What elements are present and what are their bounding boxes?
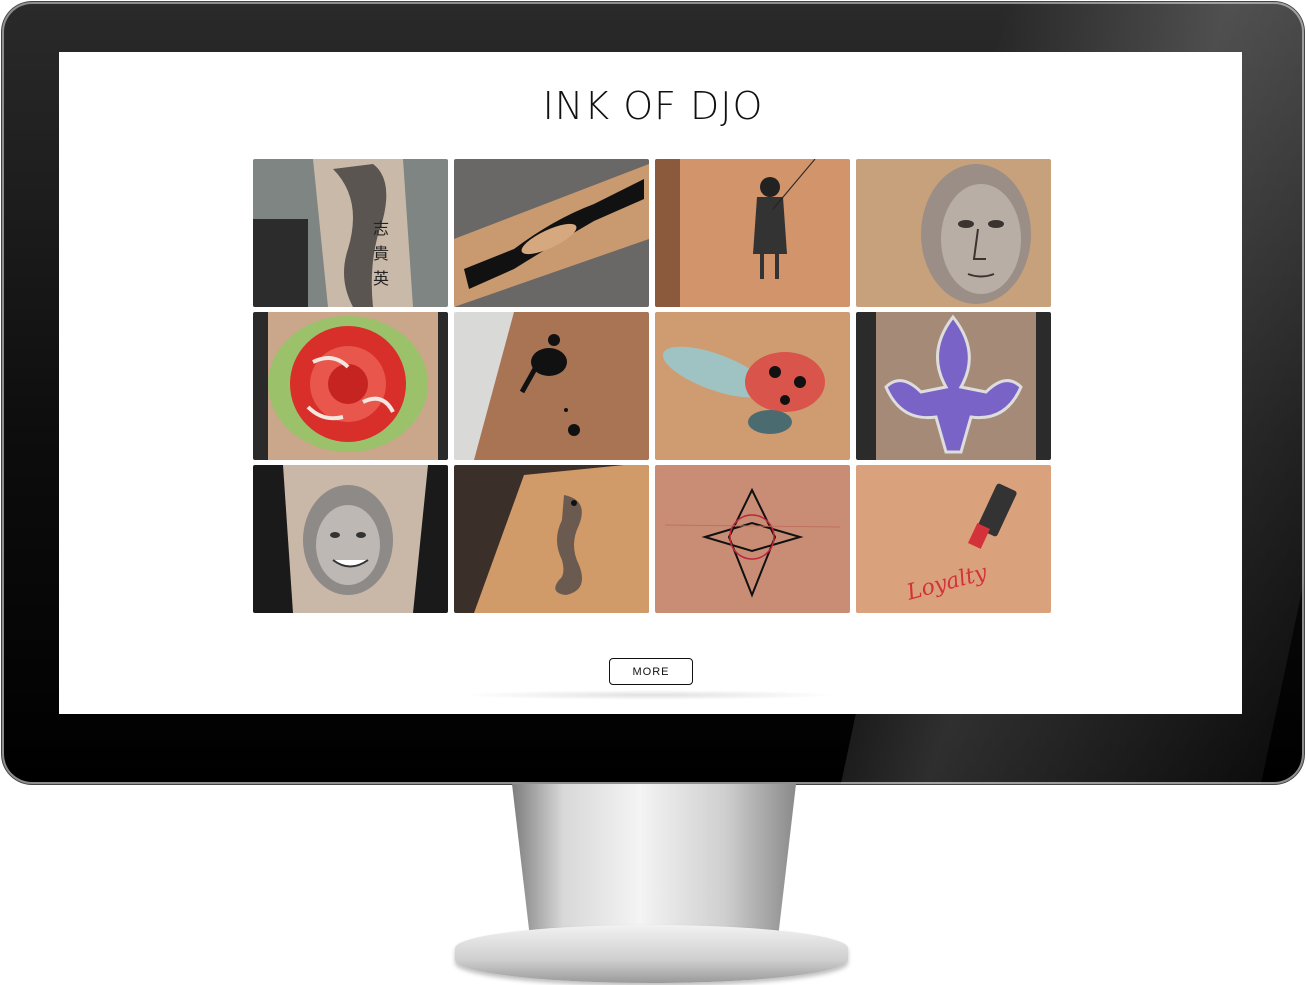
- gallery-tile[interactable]: [253, 465, 448, 613]
- gallery-tile[interactable]: [655, 465, 850, 613]
- tattoo-image: [253, 312, 448, 460]
- monitor-base: [455, 925, 848, 983]
- gallery-tile[interactable]: [454, 312, 649, 460]
- more-button-label: MORE: [632, 665, 670, 678]
- footer-shadow: [460, 690, 840, 700]
- tattoo-image: [253, 465, 448, 613]
- gallery-tile[interactable]: 志 貴 英: [253, 159, 448, 307]
- gallery-tile[interactable]: [454, 159, 649, 307]
- svg-text:英: 英: [373, 269, 389, 288]
- tattoo-image: [655, 159, 850, 307]
- tattoo-image: [454, 312, 649, 460]
- gallery-tile[interactable]: Loyalty: [856, 465, 1051, 613]
- site-logo[interactable]: INK OF DJO: [0, 84, 1306, 128]
- tattoo-image: Loyalty: [856, 465, 1051, 613]
- gallery-tile[interactable]: [253, 312, 448, 460]
- tattoo-image: [655, 312, 850, 460]
- gallery-tile[interactable]: [454, 465, 649, 613]
- gallery-tile[interactable]: [856, 159, 1051, 307]
- more-button[interactable]: MORE: [609, 658, 693, 685]
- tattoo-image: [454, 465, 649, 613]
- svg-text:志: 志: [373, 219, 389, 238]
- svg-text:貴: 貴: [373, 244, 389, 263]
- tattoo-gallery: 志 貴 英 Loyalty: [253, 159, 1051, 613]
- gallery-tile[interactable]: [655, 312, 850, 460]
- gallery-tile[interactable]: [856, 312, 1051, 460]
- tattoo-image: [454, 159, 649, 307]
- tattoo-image: [655, 465, 850, 613]
- tattoo-image: 志 貴 英: [253, 159, 448, 307]
- tattoo-image: [856, 159, 1051, 307]
- logo-text: INK OF DJO: [542, 84, 764, 128]
- gallery-tile[interactable]: [655, 159, 850, 307]
- tattoo-image: [856, 312, 1051, 460]
